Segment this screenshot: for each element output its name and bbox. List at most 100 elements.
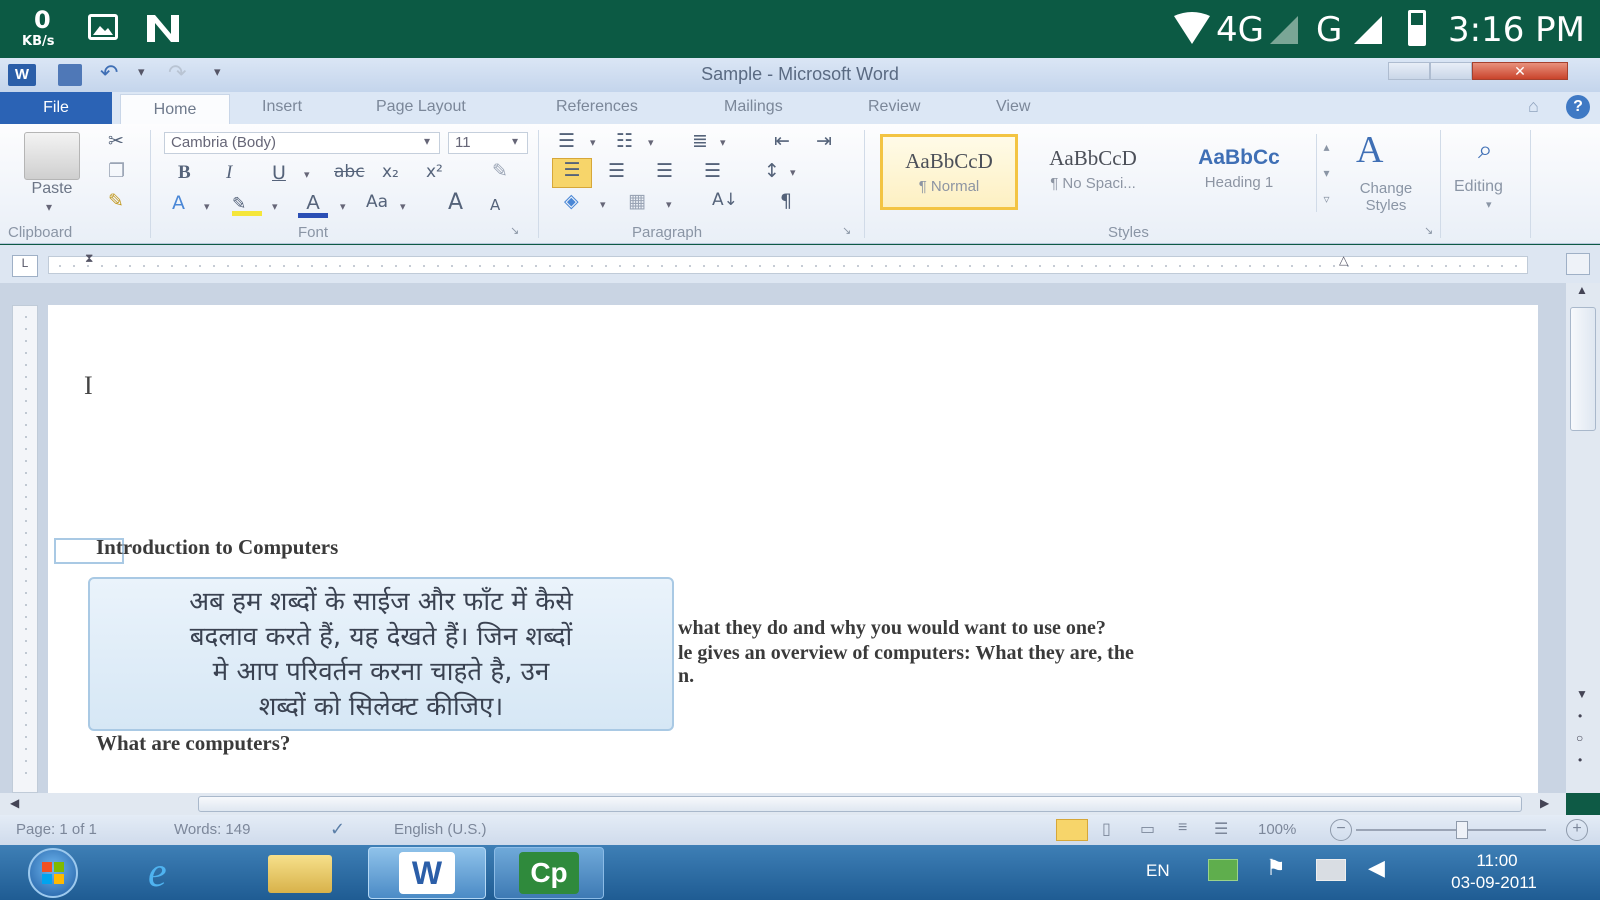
next-page-icon[interactable]: • (1578, 753, 1582, 767)
font-color-dropdown-icon[interactable]: ▾ (340, 200, 346, 213)
format-painter-icon[interactable]: ✎ (108, 190, 124, 212)
style-heading-1[interactable]: AaBbCc Heading 1 (1170, 134, 1308, 210)
find-icon[interactable]: ⌕ (1478, 134, 1493, 166)
zoom-in-icon[interactable]: + (1566, 819, 1588, 841)
subscript-button[interactable]: x₂ (382, 162, 399, 182)
network-tray-icon[interactable] (1316, 859, 1346, 881)
underline-dropdown-icon[interactable]: ▾ (304, 168, 310, 181)
minimize-ribbon-icon[interactable]: ⌂ (1528, 96, 1539, 117)
vertical-scrollbar[interactable]: ▲ ▼ • ○ • (1566, 283, 1600, 793)
change-styles-button[interactable]: Change Styles (1344, 180, 1428, 214)
shading-icon[interactable]: ◈ (564, 190, 579, 212)
clear-formatting-icon[interactable]: ✎ (492, 160, 508, 182)
align-left-button[interactable]: ☰ (552, 158, 592, 188)
right-indent-marker[interactable]: △ (1339, 253, 1348, 267)
style-normal[interactable]: AaBbCcD ¶ Normal (880, 134, 1018, 210)
change-case-button[interactable]: Aa (366, 192, 388, 212)
zoom-out-icon[interactable]: − (1330, 819, 1352, 841)
underline-button[interactable]: U (272, 162, 286, 184)
tab-page-layout[interactable]: Page Layout (376, 98, 466, 116)
scroll-up-icon[interactable]: ▲ (1576, 283, 1588, 297)
highlight-color-icon[interactable]: ✎ (232, 194, 262, 216)
paste-icon[interactable] (24, 132, 80, 180)
shading-dropdown-icon[interactable]: ▾ (600, 198, 606, 211)
full-screen-reading-icon[interactable]: ▯ (1102, 819, 1111, 839)
taskbar-clock-date[interactable]: 03-09-2011 (1424, 873, 1564, 893)
scroll-left-icon[interactable]: ◀ (10, 796, 19, 810)
style-no-spacing[interactable]: AaBbCcD ¶ No Spaci... (1024, 134, 1162, 210)
borders-dropdown-icon[interactable]: ▾ (666, 198, 672, 211)
font-color-icon[interactable]: A (298, 192, 328, 218)
paste-dropdown-icon[interactable]: ▾ (46, 200, 52, 214)
line-spacing-icon[interactable]: ↕ (764, 160, 780, 182)
maximize-button[interactable] (1430, 62, 1472, 80)
proofing-icon[interactable]: ✓ (330, 819, 345, 840)
zoom-slider-thumb[interactable] (1456, 821, 1468, 839)
text-effects-icon[interactable]: A (172, 192, 185, 214)
start-button[interactable] (28, 848, 78, 898)
web-layout-icon[interactable]: ▭ (1140, 819, 1155, 839)
tab-file[interactable]: File (0, 92, 112, 124)
previous-page-icon[interactable]: • (1578, 709, 1582, 723)
increase-indent-icon[interactable]: ⇥ (816, 130, 832, 152)
paste-button[interactable]: Paste (24, 180, 80, 198)
doc-body-line[interactable]: le gives an overview of computers: What … (678, 642, 1134, 665)
taskbar-word-button[interactable]: W (368, 847, 486, 899)
action-center-flag-icon[interactable]: ⚑ (1266, 855, 1286, 881)
grow-font-button[interactable]: A (448, 190, 463, 215)
horizontal-scroll-thumb[interactable] (198, 796, 1522, 812)
word-count[interactable]: Words: 149 (174, 821, 250, 838)
indent-marker[interactable]: ⧗ (85, 251, 93, 266)
zoom-level[interactable]: 100% (1258, 821, 1296, 838)
bold-button[interactable]: B (178, 162, 191, 184)
minimize-button[interactable] (1388, 62, 1430, 80)
tab-insert[interactable]: Insert (262, 98, 302, 116)
bullets-icon[interactable]: ☰ (558, 130, 575, 152)
font-family-dropdown-icon[interactable]: ▾ (424, 134, 430, 148)
view-ruler-icon[interactable] (1566, 253, 1590, 275)
numbering-dropdown-icon[interactable]: ▾ (648, 136, 654, 149)
font-dialog-launcher-icon[interactable]: ↘ (510, 224, 519, 237)
styles-dialog-launcher-icon[interactable]: ↘ (1424, 224, 1433, 237)
tab-selector[interactable]: L (12, 255, 38, 277)
numbering-icon[interactable]: ☷ (616, 130, 633, 152)
editing-dropdown-icon[interactable]: ▾ (1486, 198, 1492, 211)
align-center-icon[interactable]: ☰ (608, 160, 625, 182)
superscript-button[interactable]: x² (426, 162, 443, 182)
input-language[interactable]: EN (1146, 861, 1170, 881)
cut-icon[interactable]: ✂ (108, 130, 124, 152)
copy-icon[interactable]: ❐ (108, 160, 125, 182)
draft-view-icon[interactable]: ☰ (1214, 819, 1228, 839)
explorer-folder-icon[interactable] (268, 855, 332, 893)
change-styles-icon[interactable]: A (1356, 128, 1383, 172)
justify-icon[interactable]: ☰ (704, 160, 721, 182)
decrease-indent-icon[interactable]: ⇤ (774, 130, 790, 152)
paragraph-dialog-launcher-icon[interactable]: ↘ (842, 224, 851, 237)
tab-references[interactable]: References (556, 98, 638, 116)
help-icon[interactable]: ? (1566, 95, 1590, 119)
select-browse-object-icon[interactable]: ○ (1576, 731, 1583, 745)
bullets-dropdown-icon[interactable]: ▾ (590, 136, 596, 149)
doc-body-line[interactable]: n. (678, 665, 694, 688)
ruler-scale[interactable]: ⧗ △ (48, 251, 1528, 274)
font-size-dropdown-icon[interactable]: ▾ (512, 134, 518, 148)
doc-subheading[interactable]: What are computers? (96, 731, 290, 756)
tab-review[interactable]: Review (868, 98, 920, 116)
strikethrough-button[interactable]: abc (334, 162, 365, 182)
styles-scroll[interactable]: ▴ ▾ ▿ (1316, 134, 1336, 212)
doc-body-line[interactable]: what they do and why you would want to u… (678, 617, 1106, 640)
change-case-dropdown-icon[interactable]: ▾ (400, 200, 406, 213)
align-right-icon[interactable]: ☰ (656, 160, 673, 182)
line-spacing-dropdown-icon[interactable]: ▾ (790, 166, 796, 179)
italic-button[interactable]: I (226, 162, 232, 184)
text-effects-dropdown-icon[interactable]: ▾ (204, 200, 210, 213)
zoom-slider[interactable] (1356, 829, 1546, 831)
taskbar-clock-time[interactable]: 11:00 (1462, 851, 1532, 871)
multilevel-list-icon[interactable]: ≣ (692, 130, 708, 152)
show-formatting-button[interactable]: ¶ (780, 190, 792, 212)
doc-heading[interactable]: Introduction to Computers (96, 535, 338, 560)
print-layout-view-icon[interactable] (1056, 819, 1088, 841)
page-count[interactable]: Page: 1 of 1 (16, 821, 97, 838)
multilevel-dropdown-icon[interactable]: ▾ (720, 136, 726, 149)
shrink-font-button[interactable]: A (490, 196, 500, 214)
